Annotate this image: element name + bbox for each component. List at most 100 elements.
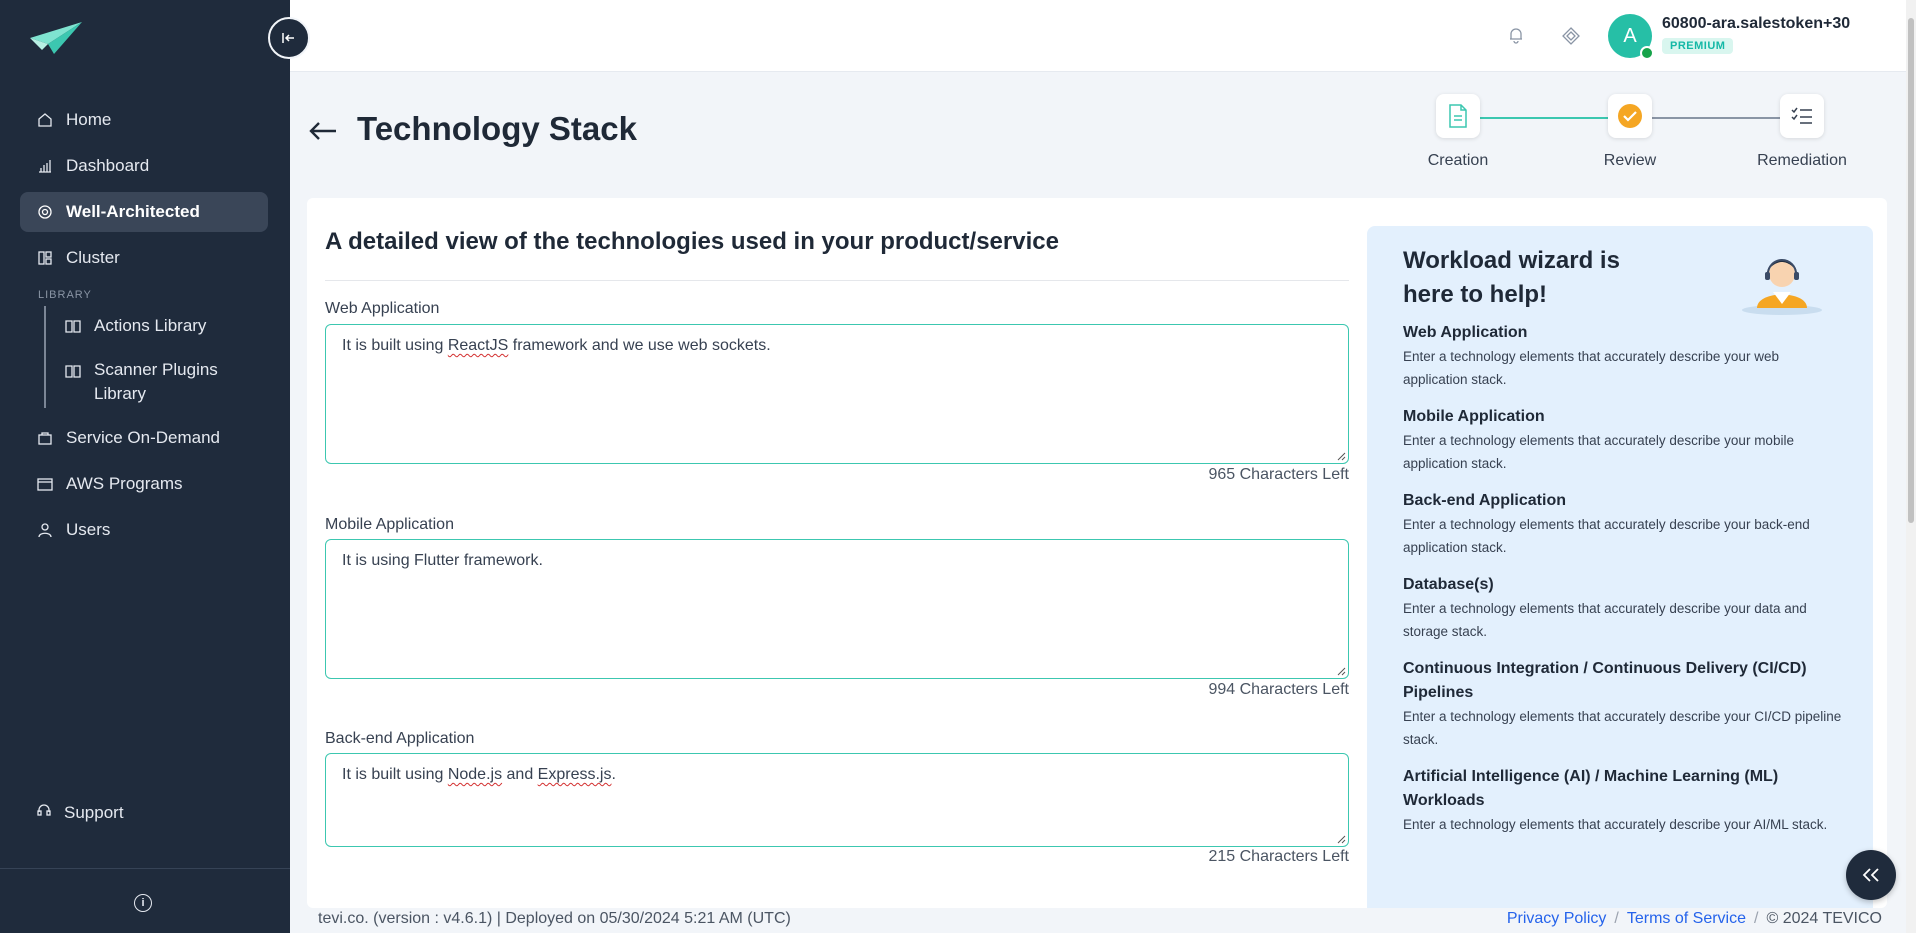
sidebar-item-label: Users [66, 520, 111, 539]
top-header: A 60800-ara.salestoken+30 PREMIUM [290, 0, 1916, 72]
footer-separator: / [1754, 910, 1759, 927]
terms-of-service-link[interactable]: Terms of Service [1627, 910, 1746, 928]
step-connector-done [1480, 117, 1610, 119]
help-title: Workload wizard is here to help! [1403, 247, 1620, 308]
info-icon[interactable]: i [134, 894, 152, 912]
backend-application-char-count: 215 Characters Left [1208, 848, 1349, 865]
sidebar-item-label: AWS Programs [66, 474, 183, 493]
form-heading: A detailed view of the technologies used… [325, 228, 1059, 255]
copyright: © 2024 TEVICO [1766, 910, 1882, 927]
web-application-label: Web Application [325, 300, 440, 317]
help-item-text: Enter a technology elements that accurat… [1403, 517, 1810, 555]
sidebar-item-label: Home [66, 110, 112, 129]
field-text: ReactJS [447, 337, 509, 354]
help-item: Continuous Integration / Continuous Deli… [1403, 657, 1843, 751]
technology-stack-card: A detailed view of the technologies used… [307, 198, 1887, 908]
mobile-application-char-count: 994 Characters Left [1208, 681, 1349, 698]
web-application-textarea[interactable]: It is built using ReactJS framework and … [325, 324, 1349, 464]
online-status-dot [1640, 46, 1654, 60]
sidebar-item-label: Support [64, 802, 124, 822]
sidebar-item-aws-programs[interactable]: AWS Programs [20, 464, 268, 504]
footer-version: tevi.co. (version : v4.6.1) | Deployed o… [318, 910, 791, 927]
footer-separator: / [1614, 910, 1619, 927]
field-text: It is built using [342, 337, 448, 354]
sidebar-item-home[interactable]: Home [20, 100, 268, 140]
backend-application-textarea[interactable]: It is built using Node.js and Express.js… [325, 753, 1349, 847]
sidebar-item-actions-library[interactable]: Actions Library [64, 306, 268, 346]
page-scrollbar[interactable] [1906, 0, 1916, 933]
collapse-help-button[interactable] [1846, 850, 1896, 900]
resize-handle-icon[interactable] [1336, 451, 1346, 461]
help-panel: Workload wizard is here to help! Web App… [1367, 226, 1873, 908]
sidebar-item-scanner-plugins-library[interactable]: Scanner Plugins Library [64, 352, 268, 408]
account-name[interactable]: 60800-ara.salestoken+30 [1662, 15, 1850, 33]
step-creation[interactable] [1436, 94, 1480, 138]
collapse-sidebar-button[interactable] [268, 17, 310, 59]
cluster-icon [36, 249, 54, 267]
backend-application-label: Back-end Application [325, 730, 475, 747]
help-item-text: Enter a technology elements that accurat… [1403, 709, 1842, 747]
mobile-application-textarea[interactable]: It is using Flutter framework. [325, 539, 1349, 679]
checklist-icon [1791, 107, 1812, 124]
field-text: It is built using [342, 766, 448, 783]
support-agent-icon [1742, 259, 1822, 315]
back-button[interactable] [308, 116, 338, 150]
page-title: Technology Stack [357, 110, 637, 147]
sidebar-item-label: Scanner Plugins Library [94, 360, 218, 403]
scrollbar-thumb[interactable] [1908, 18, 1914, 523]
sidebar-item-label: Service On-Demand [66, 428, 221, 447]
help-item-heading: Web Application [1403, 324, 1528, 341]
sidebar: Home Dashboard Well-Architected Cluster … [0, 0, 290, 933]
sidebar-item-support[interactable]: Support [36, 802, 124, 823]
sidebar-item-users[interactable]: Users [20, 510, 268, 550]
field-text: It is using Flutter framework. [342, 552, 543, 569]
library-group: Actions Library Scanner Plugins Library [44, 306, 268, 408]
sidebar-item-dashboard[interactable]: Dashboard [20, 146, 268, 186]
web-application-char-count: 965 Characters Left [1208, 466, 1349, 483]
field-text: Node.js [447, 766, 503, 783]
bar-chart-icon [36, 157, 54, 175]
help-item-heading: Back-end Application [1403, 492, 1566, 509]
bell-icon[interactable] [1508, 26, 1524, 44]
help-item-text: Enter a technology elements that accurat… [1403, 817, 1828, 832]
resize-handle-icon[interactable] [1336, 834, 1346, 844]
help-item: Database(s) Enter a technology elements … [1403, 573, 1843, 643]
book-icon [64, 317, 82, 335]
sidebar-item-label: Dashboard [66, 156, 150, 175]
help-item: Back-end Application Enter a technology … [1403, 489, 1843, 559]
user-icon [36, 521, 54, 539]
sidebar-nav: Home Dashboard Well-Architected Cluster … [20, 100, 268, 556]
resize-handle-icon[interactable] [1336, 666, 1346, 676]
step-remediation[interactable] [1780, 94, 1824, 138]
sidebar-item-cluster[interactable]: Cluster [20, 238, 268, 278]
sidebar-item-label: Actions Library [94, 316, 207, 335]
help-item: Artificial Intelligence (AI) / Machine L… [1403, 765, 1843, 836]
field-text: Express.js [537, 766, 612, 783]
privacy-policy-link[interactable]: Privacy Policy [1507, 910, 1607, 928]
document-icon [1449, 104, 1467, 128]
field-text: . [611, 766, 616, 783]
help-item-text: Enter a technology elements that accurat… [1403, 433, 1794, 471]
gear-icon [36, 203, 54, 221]
field-text: framework and we use web sockets. [508, 337, 771, 354]
help-item-heading: Database(s) [1403, 576, 1494, 593]
help-item-heading: Artificial Intelligence (AI) / Machine L… [1403, 768, 1779, 809]
sidebar-item-well-architected[interactable]: Well-Architected [20, 192, 268, 232]
step-connector-pending [1652, 117, 1782, 119]
sidebar-divider [0, 868, 290, 869]
field-text: and [502, 766, 538, 783]
step-label-creation: Creation [1427, 152, 1489, 169]
avatar[interactable]: A [1608, 14, 1654, 60]
premium-badge: PREMIUM [1662, 38, 1734, 54]
apps-diamond-icon[interactable] [1562, 27, 1580, 45]
help-item: Web Application Enter a technology eleme… [1403, 321, 1843, 391]
help-item-heading: Continuous Integration / Continuous Deli… [1403, 660, 1807, 701]
step-review[interactable] [1608, 94, 1652, 138]
sidebar-item-service-on-demand[interactable]: Service On-Demand [20, 418, 268, 458]
logo-icon[interactable] [28, 20, 84, 56]
double-chevron-left-icon [1862, 868, 1879, 882]
help-item-text: Enter a technology elements that accurat… [1403, 349, 1779, 387]
mobile-application-label: Mobile Application [325, 516, 454, 533]
step-label-remediation: Remediation [1757, 152, 1847, 169]
help-list: Web Application Enter a technology eleme… [1403, 321, 1843, 850]
